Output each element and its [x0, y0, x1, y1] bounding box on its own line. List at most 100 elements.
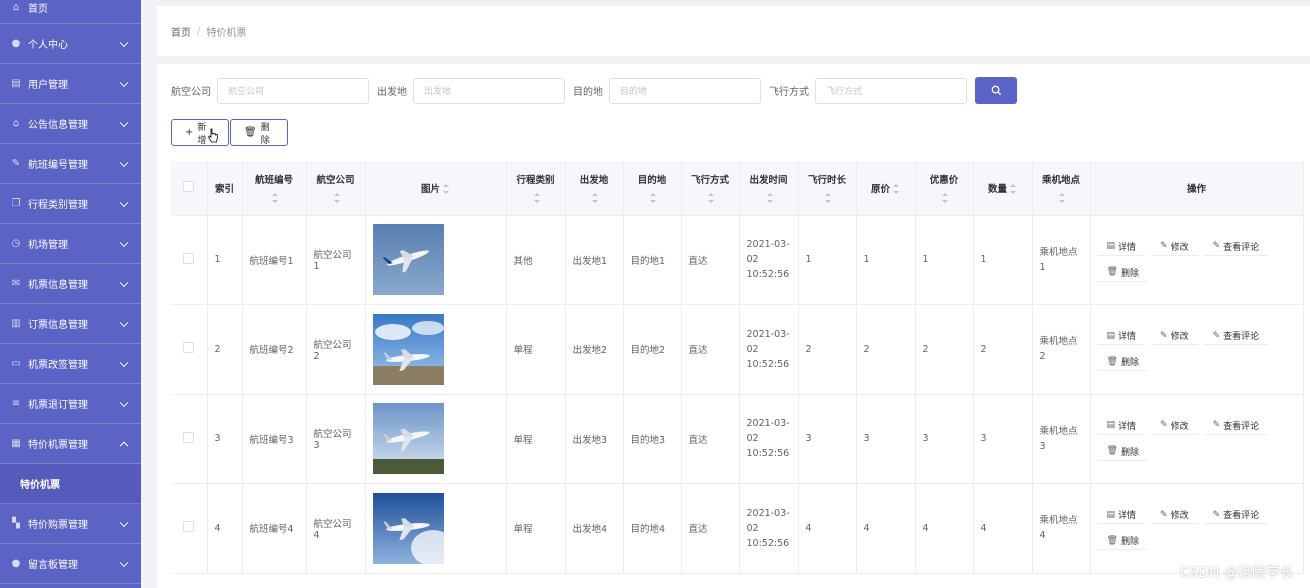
- mode-input[interactable]: 飞行方式: [815, 77, 967, 104]
- chevron-icon: [119, 198, 129, 207]
- col-qty[interactable]: 数量: [973, 161, 1033, 216]
- clock-icon: ◷: [11, 238, 21, 249]
- col-mode[interactable]: 飞行方式: [681, 161, 740, 216]
- airline-input[interactable]: 航空公司: [217, 77, 369, 104]
- edit-button[interactable]: ✎ 修改: [1151, 506, 1198, 525]
- sidebar-item-10[interactable]: ≡ 机票退订管理: [0, 384, 141, 424]
- row-checkbox[interactable]: [183, 431, 195, 443]
- sidebar-item-label: 特价机票管理: [28, 440, 88, 451]
- chevron-icon: [119, 441, 129, 450]
- sidebar-item-8[interactable]: ▥ 订票信息管理: [0, 304, 141, 344]
- sidebar-item-11[interactable]: ▦ 特价机票管理: [0, 424, 141, 464]
- airline-label: 航空公司: [171, 87, 211, 98]
- airplane-photo: [372, 403, 444, 475]
- sidebar-item-13[interactable]: ● 留言板管理: [0, 544, 141, 584]
- add-button[interactable]: + 新增: [171, 119, 229, 146]
- sidebar-item-3[interactable]: ⌂ 公告信息管理: [0, 104, 141, 144]
- sidebar-item-4[interactable]: ✎ 航班编号管理: [0, 144, 141, 184]
- main-content: 首页 / 特价机票 航空公司 航空公司 出发地 出发地 目的地 目的地 飞行方式…: [141, 0, 1310, 588]
- detail-button[interactable]: ▤ 详情: [1097, 506, 1146, 525]
- sidebar-subitem-special-ticket[interactable]: 特价机票: [0, 464, 141, 504]
- cell-price: 2: [856, 304, 916, 395]
- col-depart[interactable]: 出发地: [565, 161, 624, 216]
- edit-button[interactable]: ✎ 修改: [1151, 327, 1198, 346]
- review-button[interactable]: ✎ 查看评论: [1203, 417, 1269, 435]
- chevron-icon: [119, 278, 129, 287]
- edit-button[interactable]: ✎ 修改: [1151, 417, 1198, 435]
- sidebar-item-2[interactable]: ▤ 用户管理: [0, 64, 141, 104]
- sidebar-item-label: 机票改签管理: [28, 360, 88, 371]
- col-dest[interactable]: 目的地: [623, 161, 682, 216]
- sort-icon: [271, 192, 279, 203]
- sidebar-item-7[interactable]: ✉ 机票信息管理: [0, 264, 141, 304]
- cell-duration: 4: [798, 483, 857, 574]
- cell-dest: 目的地4: [623, 483, 682, 574]
- col-duration[interactable]: 飞行时长: [798, 161, 857, 216]
- message-icon: ▭: [11, 358, 21, 369]
- row-checkbox[interactable]: [183, 521, 195, 533]
- plus-icon: +: [185, 127, 194, 138]
- clipboard-icon: ▤: [11, 78, 21, 89]
- cell-ops: ▤ 详情 ✎ 修改 ✎ 查看评论 🗑 删除: [1090, 394, 1304, 484]
- sort-icon: [591, 192, 599, 203]
- sort-icon: [1058, 192, 1066, 203]
- bar-chart-icon: ▥: [11, 318, 21, 329]
- breadcrumb-home[interactable]: 首页: [171, 24, 191, 39]
- row-delete-button[interactable]: 🗑 删除: [1097, 353, 1148, 372]
- review-button[interactable]: ✎ 查看评论: [1203, 238, 1269, 256]
- sidebar-item-5[interactable]: ❐ 行程类别管理: [0, 184, 141, 224]
- sidebar-item-12[interactable]: ▚ 特价购票管理: [0, 504, 141, 544]
- select-all-checkbox[interactable]: [183, 180, 195, 192]
- col-price[interactable]: 原价: [856, 161, 916, 216]
- cell-qty: 2: [973, 304, 1033, 395]
- search-form: 航空公司 航空公司 出发地 出发地 目的地 目的地 飞行方式 飞行方式: [171, 77, 1017, 104]
- col-discount[interactable]: 优惠价: [915, 161, 974, 216]
- cell-time: 2021-03-02 10:52:56: [739, 215, 799, 305]
- detail-button[interactable]: ▤ 详情: [1097, 238, 1146, 256]
- cell-dest: 目的地1: [623, 215, 682, 305]
- col-image[interactable]: 图片: [365, 161, 507, 216]
- detail-button[interactable]: ▤ 详情: [1097, 327, 1146, 346]
- row-delete-button[interactable]: 🗑 删除: [1097, 443, 1148, 461]
- grid-icon: ▚: [12, 518, 20, 529]
- sidebar-item-label: 特价购票管理: [28, 520, 88, 531]
- row-checkbox[interactable]: [183, 252, 195, 264]
- depart-input[interactable]: 出发地: [413, 77, 565, 104]
- sidebar-item-label: 机场管理: [28, 240, 68, 251]
- col-boarding[interactable]: 乘机地点: [1032, 161, 1091, 216]
- review-button[interactable]: ✎ 查看评论: [1203, 506, 1269, 525]
- sort-icon: [649, 192, 657, 203]
- home-icon: ⌂: [12, 2, 20, 13]
- watermark: CSDN @涪陵学长: [1179, 565, 1294, 581]
- airplane-photo: [372, 492, 444, 564]
- sidebar-item-1[interactable]: ● 个人中心: [0, 24, 141, 64]
- sidebar-item-9[interactable]: ▭ 机票改签管理: [0, 344, 141, 384]
- col-flight-no[interactable]: 航班编号: [242, 161, 307, 216]
- edit-button[interactable]: ✎ 修改: [1151, 238, 1198, 256]
- row-delete-button[interactable]: 🗑 删除: [1097, 264, 1148, 282]
- cell-mode: 直达: [681, 394, 740, 484]
- col-category[interactable]: 行程类别: [506, 161, 566, 216]
- detail-button[interactable]: ▤ 详情: [1097, 417, 1146, 435]
- airplane-photo: [372, 313, 444, 385]
- sidebar: ⌂ 首页 ● 个人中心 ▤ 用户管理 ⌂ 公告信息管理 ✎ 航班编号管理 ❐ 行程类别管理 ◷ 机场管理 ✉…: [0, 0, 141, 588]
- sidebar-item-6[interactable]: ◷ 机场管理: [0, 224, 141, 264]
- delete-button[interactable]: 🗑 删除: [230, 119, 288, 146]
- cell-image: [365, 215, 507, 305]
- depart-label: 出发地: [377, 87, 407, 98]
- col-airline[interactable]: 航空公司: [306, 161, 366, 216]
- content-panel: 航空公司 航空公司 出发地 出发地 目的地 目的地 飞行方式 飞行方式 + 新增…: [157, 64, 1310, 588]
- cell-category: 单程: [506, 483, 566, 574]
- list-icon: ≡: [11, 398, 21, 409]
- sidebar-item-label: 首页: [28, 4, 48, 15]
- table-row: 4 航班编号4 航空公司4 单程 出发地4 目的地4 直达 2021-03-02 10:52:…: [171, 483, 1304, 574]
- sidebar-item-0[interactable]: ⌂ 首页: [0, 0, 141, 24]
- row-checkbox[interactable]: [183, 342, 195, 354]
- dest-input[interactable]: 目的地: [609, 77, 761, 104]
- sidebar-item-label: 个人中心: [28, 40, 68, 51]
- review-button[interactable]: ✎ 查看评论: [1203, 327, 1269, 346]
- copy-icon: ❐: [11, 198, 21, 209]
- col-time[interactable]: 出发时间: [739, 161, 799, 216]
- search-button[interactable]: [975, 77, 1017, 104]
- row-delete-button[interactable]: 🗑 删除: [1097, 532, 1148, 551]
